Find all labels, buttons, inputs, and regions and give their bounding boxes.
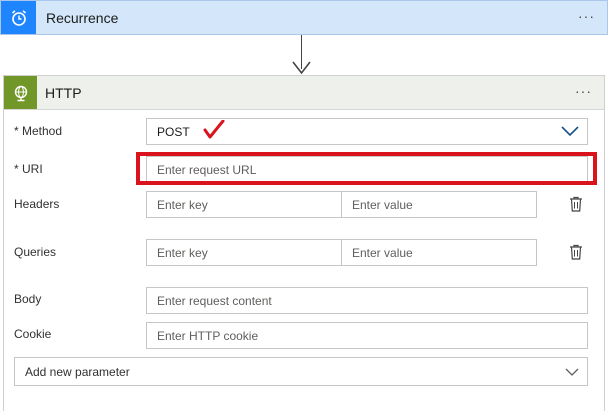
body-input[interactable]: Enter request content: [146, 287, 588, 314]
cookie-input[interactable]: Enter HTTP cookie: [146, 322, 588, 349]
queries-value-placeholder: Enter value: [352, 245, 413, 260]
queries-key-placeholder: Enter key: [157, 245, 208, 260]
add-parameter-label: Add new parameter: [25, 364, 130, 379]
trash-icon[interactable]: [569, 196, 583, 212]
uri-label: * URI: [14, 162, 43, 176]
http-title: HTTP: [45, 85, 82, 101]
uri-highlight-box: [136, 152, 597, 185]
headers-key-placeholder: Enter key: [157, 197, 208, 212]
method-label: * Method: [14, 124, 63, 138]
headers-value-input[interactable]: Enter value: [341, 191, 537, 218]
headers-key-input[interactable]: Enter key: [146, 191, 342, 218]
headers-label: Headers: [14, 197, 60, 211]
body-placeholder: Enter request content: [157, 293, 272, 308]
http-more-icon[interactable]: ···: [575, 83, 592, 99]
recurrence-title: Recurrence: [46, 10, 119, 26]
recurrence-more-icon[interactable]: ···: [578, 8, 595, 24]
cookie-label: Cookie: [14, 327, 52, 341]
down-arrow-icon: [292, 61, 311, 75]
cookie-placeholder: Enter HTTP cookie: [157, 328, 259, 343]
queries-label: Queries: [14, 245, 57, 259]
add-parameter-dropdown[interactable]: Add new parameter: [14, 357, 588, 386]
recurrence-card[interactable]: Recurrence ···: [0, 0, 608, 35]
checkmark-icon: [203, 120, 225, 139]
chevron-down-icon: [561, 126, 579, 137]
body-label: Body: [14, 292, 42, 306]
chevron-down-icon: [565, 368, 579, 376]
trash-icon[interactable]: [569, 244, 583, 260]
alarm-clock-icon: [1, 1, 36, 34]
http-card-header[interactable]: HTTP ···: [4, 76, 604, 110]
queries-value-input[interactable]: Enter value: [341, 239, 537, 266]
method-value: POST: [157, 124, 190, 139]
queries-key-input[interactable]: Enter key: [146, 239, 342, 266]
headers-value-placeholder: Enter value: [352, 197, 413, 212]
globe-icon: [4, 76, 37, 109]
